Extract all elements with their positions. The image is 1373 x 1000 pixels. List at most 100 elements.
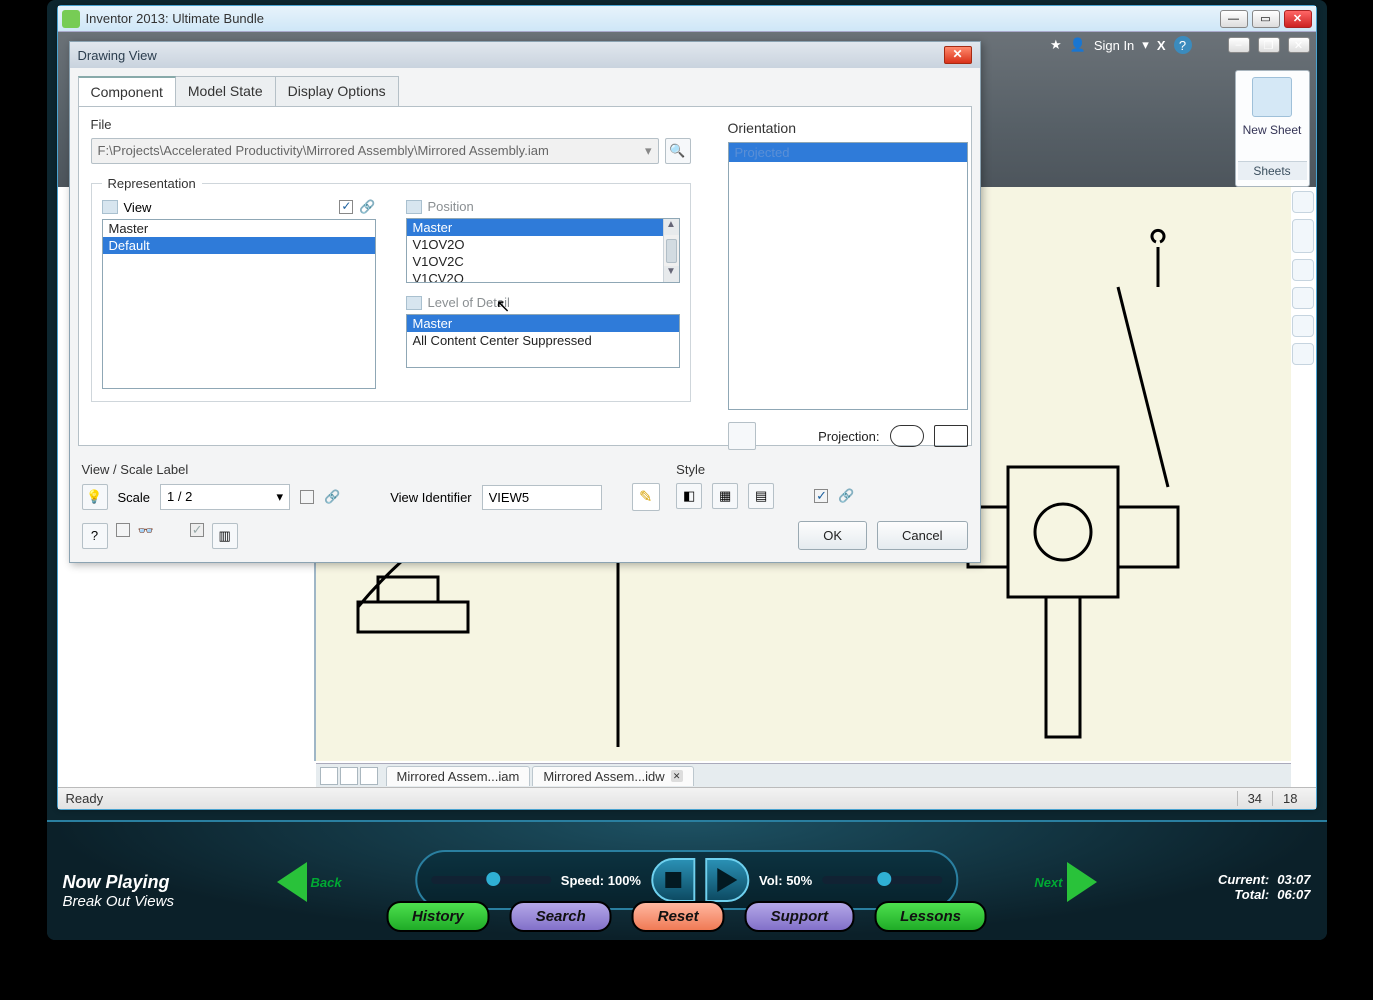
new-sheet-label[interactable]: New Sheet — [1243, 123, 1302, 137]
link-icon[interactable]: 🔗 — [359, 199, 375, 215]
back-button[interactable]: Back — [277, 862, 357, 902]
help-button[interactable]: ? — [82, 523, 108, 549]
tab-model-state[interactable]: Model State — [175, 76, 276, 106]
user-icon: 👤 — [1070, 37, 1086, 53]
position-header: Position — [428, 199, 474, 214]
help-icon[interactable]: ? — [1174, 36, 1192, 54]
minimize-button[interactable]: — — [1220, 10, 1248, 28]
zoom-in-icon[interactable] — [1292, 287, 1314, 309]
dialog-titlebar[interactable]: Drawing View ✕ — [70, 42, 980, 68]
list-item[interactable]: Default — [103, 237, 375, 254]
raster-only-checkbox[interactable] — [116, 523, 130, 537]
zoom-all-icon[interactable] — [1292, 343, 1314, 365]
star-icon[interactable]: ★ — [1050, 37, 1062, 53]
lightbulb-button[interactable]: 💡 — [82, 484, 108, 510]
scroll-thumb[interactable] — [666, 239, 677, 263]
nav-2d-icon[interactable] — [1292, 219, 1314, 253]
projection-third-angle-icon[interactable] — [934, 425, 968, 447]
history-button[interactable]: History — [386, 901, 490, 932]
ribbon-caption: Sheets — [1238, 161, 1307, 180]
tile-icon[interactable] — [320, 767, 338, 785]
list-item[interactable]: Projected — [729, 143, 967, 162]
chevron-down-icon[interactable]: ▾ — [1142, 37, 1149, 53]
volume-slider[interactable] — [822, 876, 942, 884]
doc-tab-iam[interactable]: Mirrored Assem...iam — [386, 766, 531, 786]
current-label: Current: — [1218, 872, 1269, 887]
pan-icon[interactable] — [1292, 259, 1314, 281]
view-associative-checkbox[interactable] — [339, 200, 353, 214]
cascade-icon[interactable] — [340, 767, 358, 785]
training-player: Now Playing Break Out Views Back Next Sp… — [47, 820, 1327, 940]
scale-link-checkbox[interactable] — [300, 490, 314, 504]
current-time: 03:07 — [1277, 872, 1310, 887]
tab-component[interactable]: Component — [78, 76, 176, 106]
edit-label-button[interactable]: ✎ — [632, 483, 660, 511]
lod-header: Level of Detail — [428, 295, 510, 310]
viewcube-button[interactable] — [728, 422, 756, 450]
close-button[interactable]: ✕ — [1284, 10, 1312, 28]
maximize-button[interactable]: ▭ — [1252, 10, 1280, 28]
projection-label: Projection: — [766, 429, 880, 444]
volume-label: Vol: 50% — [759, 873, 812, 888]
sign-in-link[interactable]: Sign In — [1094, 38, 1134, 53]
scrollbar[interactable]: ▲ ▼ — [663, 219, 679, 282]
style-hidden-removed-button[interactable]: ▦ — [712, 483, 738, 509]
view-scale-label: View / Scale Label — [82, 462, 665, 477]
search-icon: 🔍 — [669, 143, 685, 159]
list-item[interactable]: All Content Center Suppressed — [407, 332, 679, 349]
list-item[interactable]: V1OV2C — [407, 253, 679, 270]
close-tab-icon[interactable]: ✕ — [671, 770, 683, 782]
dialog-close-button[interactable]: ✕ — [944, 46, 972, 64]
view-identifier-input[interactable] — [482, 485, 602, 510]
link-icon[interactable]: 🔗 — [838, 488, 854, 504]
orientation-list[interactable]: Projected — [728, 142, 968, 410]
speed-slider[interactable] — [431, 876, 551, 884]
stop-button[interactable] — [651, 858, 695, 902]
scroll-down-icon[interactable]: ▼ — [664, 266, 679, 282]
scroll-up-icon[interactable]: ▲ — [664, 219, 679, 235]
list-item[interactable]: V1CV2O — [407, 270, 679, 283]
list-item[interactable]: Master — [407, 219, 679, 236]
tab-display-options[interactable]: Display Options — [275, 76, 399, 106]
position-rep-list[interactable]: Master V1OV2O V1OV2C V1CV2O ▲ ▼ — [406, 218, 680, 283]
play-button[interactable] — [705, 858, 749, 902]
style-shaded-button[interactable]: ▤ — [748, 483, 774, 509]
new-sheet-icon[interactable] — [1252, 77, 1292, 117]
now-playing-title: Now Playing — [63, 872, 174, 893]
reset-button[interactable]: Reset — [632, 901, 725, 932]
file-path-dropdown[interactable]: F:\Projects\Accelerated Productivity\Mir… — [91, 138, 659, 164]
next-button[interactable]: Next — [1017, 862, 1097, 902]
cancel-button[interactable]: Cancel — [877, 521, 967, 550]
interior-restore-button[interactable]: ❐ — [1258, 37, 1280, 53]
arrange-icon[interactable] — [360, 767, 378, 785]
scale-label: Scale — [118, 490, 151, 505]
support-button[interactable]: Support — [745, 901, 855, 932]
interior-minimize-button[interactable]: – — [1228, 37, 1250, 53]
list-item[interactable]: Master — [103, 220, 375, 237]
zoom-window-icon[interactable] — [1292, 315, 1314, 337]
orientation-label: Orientation — [728, 120, 968, 136]
exchange-icon[interactable]: X — [1157, 38, 1166, 53]
lessons-button[interactable]: Lessons — [874, 901, 987, 932]
search-button[interactable]: Search — [510, 901, 612, 932]
ok-button[interactable]: OK — [798, 521, 867, 550]
list-item[interactable]: V1OV2O — [407, 236, 679, 253]
titlebar: Inventor 2013: Ultimate Bundle — ▭ ✕ — [58, 6, 1316, 32]
style-link-checkbox[interactable]: ✓ — [814, 489, 828, 503]
interior-close-button[interactable]: ✕ — [1288, 37, 1310, 53]
link-icon[interactable]: 🔗 — [324, 489, 340, 505]
all-model-checkbox[interactable]: ✓ — [190, 523, 204, 537]
view-identifier-label: View Identifier — [390, 490, 471, 505]
doc-tab-idw[interactable]: Mirrored Assem...idw✕ — [532, 766, 693, 786]
scale-dropdown[interactable]: 1 / 2 ▾ — [160, 484, 290, 510]
projection-first-angle-icon[interactable] — [890, 425, 924, 447]
browse-file-button[interactable]: 🔍 — [665, 138, 691, 164]
list-item[interactable]: Master — [407, 315, 679, 332]
view-rep-list[interactable]: Master Default — [102, 219, 376, 389]
style-hidden-line-button[interactable]: ◧ — [676, 483, 702, 509]
status-num-1: 34 — [1237, 791, 1272, 806]
lod-rep-list[interactable]: Master All Content Center Suppressed — [406, 314, 680, 368]
glasses-icon: 👓 — [138, 523, 154, 549]
base-view-options-button[interactable]: ▥ — [212, 523, 238, 549]
window-control-icon[interactable] — [1292, 191, 1314, 213]
